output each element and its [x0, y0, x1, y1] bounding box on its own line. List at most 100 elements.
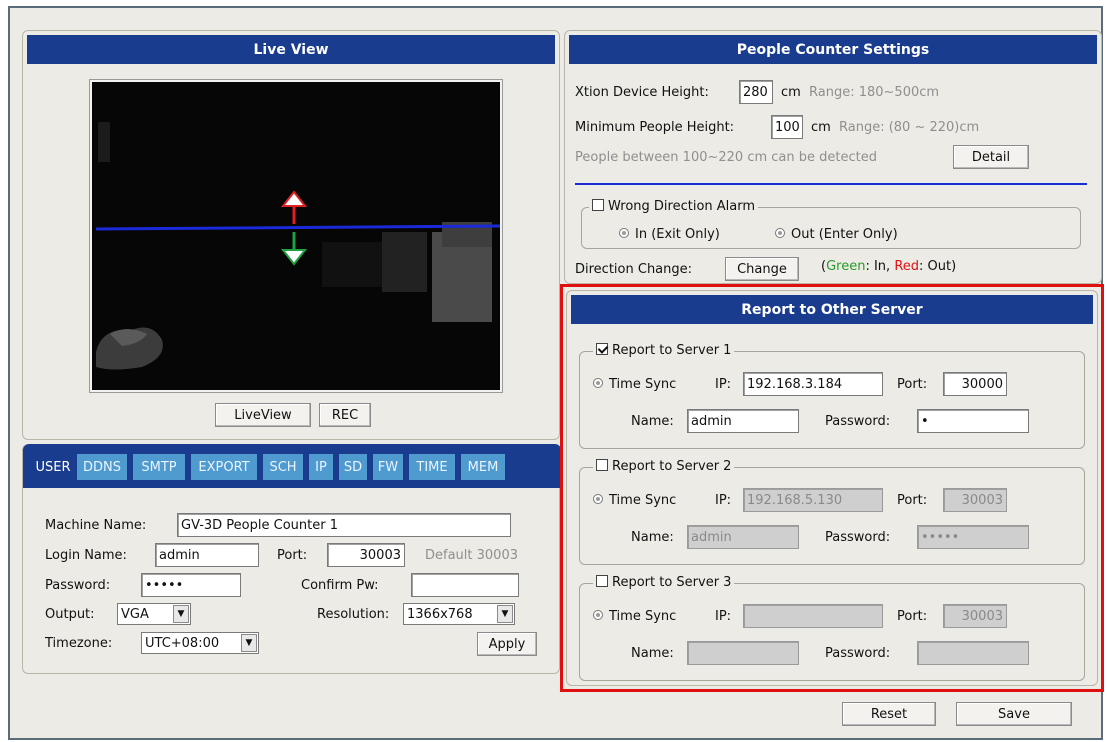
- confirm-password-input[interactable]: [411, 573, 519, 597]
- server1-password-input[interactable]: •: [917, 409, 1029, 433]
- server3-label: Report to Server 3: [612, 575, 732, 590]
- tab-time[interactable]: TIME: [409, 454, 455, 480]
- min-height-range: Range: (80 ~ 220)cm: [839, 120, 980, 135]
- reset-button[interactable]: Reset: [842, 702, 936, 726]
- server2-name-input[interactable]: admin: [687, 525, 799, 549]
- server3-ip-input[interactable]: [743, 604, 883, 628]
- server3-time-sync-label: Time Sync: [609, 609, 677, 624]
- wrong-direction-check[interactable]: [592, 199, 604, 211]
- detect-note: People between 100~220 cm can be detecte…: [575, 150, 877, 165]
- server1-ip-input[interactable]: 192.168.3.184: [743, 372, 883, 396]
- port-input[interactable]: 30003: [327, 543, 405, 567]
- report-server-title: Report to Other Server: [571, 295, 1093, 324]
- device-height-input[interactable]: 280: [739, 80, 773, 104]
- server1-checkbox[interactable]: Report to Server 1: [593, 343, 735, 358]
- detail-button[interactable]: Detail: [953, 145, 1029, 169]
- liveview-button[interactable]: LiveView: [215, 403, 311, 427]
- legend-red: Red: [894, 259, 920, 274]
- radio-icon[interactable]: [775, 228, 785, 238]
- server3-ip-label: IP:: [715, 609, 732, 624]
- user-settings-panel: USER DDNS SMTP EXPORT SCH IP SD FW TIME …: [22, 444, 561, 674]
- tab-smtp[interactable]: SMTP: [133, 454, 185, 480]
- tab-mem[interactable]: MEM: [461, 454, 505, 480]
- machine-name-label: Machine Name:: [45, 518, 147, 533]
- login-name-input[interactable]: admin: [155, 543, 259, 567]
- server2-group: [579, 467, 1085, 565]
- confirm-password-label: Confirm Pw:: [301, 578, 379, 593]
- server2-name-label: Name:: [631, 530, 674, 545]
- people-counter-title: People Counter Settings: [569, 35, 1097, 64]
- server2-time-sync-radio[interactable]: Time Sync: [593, 493, 676, 508]
- server1-password-label: Password:: [825, 414, 891, 429]
- chevron-down-icon[interactable]: ▼: [497, 605, 513, 623]
- tab-sd[interactable]: SD: [339, 454, 367, 480]
- min-height-input[interactable]: 100: [771, 115, 803, 139]
- radio-icon[interactable]: [619, 228, 629, 238]
- device-height-label: Xtion Device Height:: [575, 85, 709, 100]
- server2-checkbox[interactable]: Report to Server 2: [593, 459, 735, 474]
- wrong-direction-label: Wrong Direction Alarm: [608, 199, 756, 214]
- server1-port-input[interactable]: 30000: [943, 372, 1007, 396]
- resolution-label: Resolution:: [317, 607, 390, 622]
- output-select[interactable]: VGA ▼: [117, 603, 191, 625]
- server3-name-input[interactable]: [687, 641, 799, 665]
- app-window: Live View LiveView REC USER DDNS SMTP EX…: [8, 6, 1104, 740]
- out-enter-only-radio[interactable]: Out (Enter Only): [775, 227, 898, 242]
- server3-port-input[interactable]: 30003: [943, 604, 1007, 628]
- port-label: Port:: [277, 548, 308, 563]
- radio-icon[interactable]: [593, 610, 603, 620]
- server2-time-sync-label: Time Sync: [609, 493, 677, 508]
- resolution-select[interactable]: 1366x768 ▼: [403, 603, 515, 625]
- server1-time-sync-radio[interactable]: Time Sync: [593, 377, 676, 392]
- legend-green: Green: [826, 259, 866, 274]
- tab-fw[interactable]: FW: [373, 454, 403, 480]
- server2-port-input[interactable]: 30003: [943, 488, 1007, 512]
- tab-bar: USER DDNS SMTP EXPORT SCH IP SD FW TIME …: [23, 444, 561, 488]
- direction-change-label: Direction Change:: [575, 262, 693, 277]
- server2-ip-input[interactable]: 192.168.5.130: [743, 488, 883, 512]
- legend-out: : Out): [919, 259, 957, 274]
- radio-icon[interactable]: [593, 494, 603, 504]
- in-exit-only-radio[interactable]: In (Exit Only): [619, 227, 720, 242]
- machine-name-input[interactable]: GV-3D People Counter 1: [177, 513, 511, 537]
- server3-time-sync-radio[interactable]: Time Sync: [593, 609, 676, 624]
- tab-ddns[interactable]: DDNS: [77, 454, 127, 480]
- server3-group: [579, 583, 1085, 681]
- out-option-label: Out (Enter Only): [791, 227, 898, 242]
- server1-port-label: Port:: [897, 377, 928, 392]
- tab-sch[interactable]: SCH: [263, 454, 303, 480]
- tab-ip[interactable]: IP: [309, 454, 333, 480]
- server2-password-label: Password:: [825, 530, 891, 545]
- server2-port-label: Port:: [897, 493, 928, 508]
- save-button[interactable]: Save: [956, 702, 1072, 726]
- server1-group: [579, 351, 1085, 449]
- tab-user[interactable]: USER: [33, 454, 73, 480]
- checkbox-icon[interactable]: [596, 575, 608, 587]
- timezone-select[interactable]: UTC+08:00 ▼: [141, 632, 259, 654]
- legend-in: : In,: [865, 259, 895, 274]
- wrong-direction-checkbox[interactable]: Wrong Direction Alarm: [589, 199, 759, 214]
- server3-password-input[interactable]: [917, 641, 1029, 665]
- radio-icon[interactable]: [593, 378, 603, 388]
- apply-button[interactable]: Apply: [477, 632, 537, 656]
- timezone-value: UTC+08:00: [145, 635, 220, 651]
- chevron-down-icon[interactable]: ▼: [241, 634, 257, 652]
- depth-video-feed: [89, 79, 503, 393]
- change-button[interactable]: Change: [725, 257, 799, 281]
- chevron-down-icon[interactable]: ▼: [173, 605, 189, 623]
- password-input[interactable]: •••••: [141, 573, 241, 597]
- rec-button[interactable]: REC: [319, 403, 371, 427]
- people-counter-panel: People Counter Settings Xtion Device Hei…: [564, 30, 1102, 284]
- live-view-panel: Live View LiveView REC: [22, 30, 560, 440]
- in-option-label: In (Exit Only): [635, 227, 720, 242]
- server2-password-input[interactable]: •••••: [917, 525, 1029, 549]
- min-height-unit: cm: [811, 120, 831, 135]
- output-value: VGA: [121, 606, 149, 622]
- tab-export[interactable]: EXPORT: [191, 454, 257, 480]
- server3-checkbox[interactable]: Report to Server 3: [593, 575, 735, 590]
- checkbox-icon[interactable]: [596, 459, 608, 471]
- server1-name-input[interactable]: admin: [687, 409, 799, 433]
- checkbox-checked-icon[interactable]: [596, 343, 608, 355]
- login-name-label: Login Name:: [45, 548, 127, 563]
- server1-time-sync-label: Time Sync: [609, 377, 677, 392]
